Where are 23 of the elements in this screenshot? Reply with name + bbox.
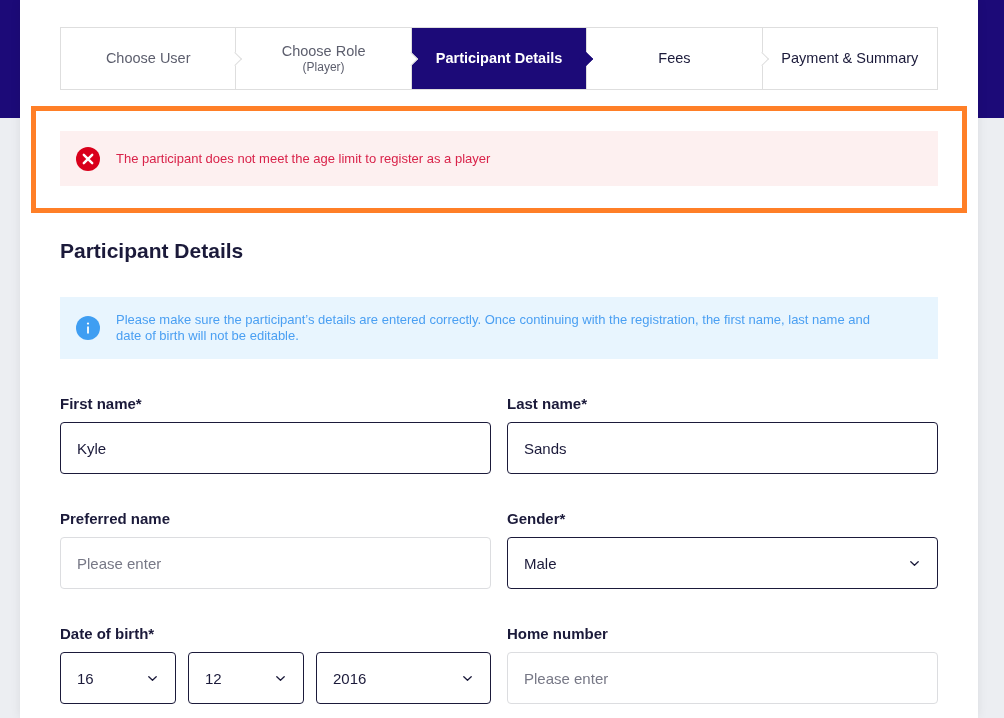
error-icon [76, 146, 100, 171]
chevron-down-icon [910, 560, 919, 566]
select-field[interactable]: 16 [60, 652, 176, 704]
field-label: Home number [507, 625, 609, 643]
field-label: Preferred name [60, 510, 172, 528]
chevron-down-icon [148, 675, 157, 681]
text-field[interactable]: Sands [507, 422, 938, 474]
info-message: Please make sure the participant’s details are entered correctly. Once continuing with the registration, the first name, last name and date of birth will not be editable. [116, 312, 871, 344]
select-field[interactable]: 12 [188, 652, 304, 704]
field-label: First name* [60, 395, 143, 413]
error-message: The participant does not meet the age limit to register as a player [116, 150, 491, 167]
text-field[interactable]: Please enter [507, 652, 938, 704]
chevron-down-icon [276, 675, 285, 681]
chevron-down-icon [463, 675, 472, 681]
field-label: Date of birth* [60, 625, 156, 643]
text-field[interactable]: Please enter [60, 537, 491, 589]
info-icon [76, 316, 100, 340]
text-field[interactable]: Kyle [60, 422, 491, 474]
select-field[interactable]: 2016 [316, 652, 491, 704]
select-field[interactable]: Male [507, 537, 938, 589]
field-label: Gender* [507, 510, 567, 528]
section-title: Participant Details [60, 238, 245, 264]
field-label: Last name* [507, 395, 589, 413]
